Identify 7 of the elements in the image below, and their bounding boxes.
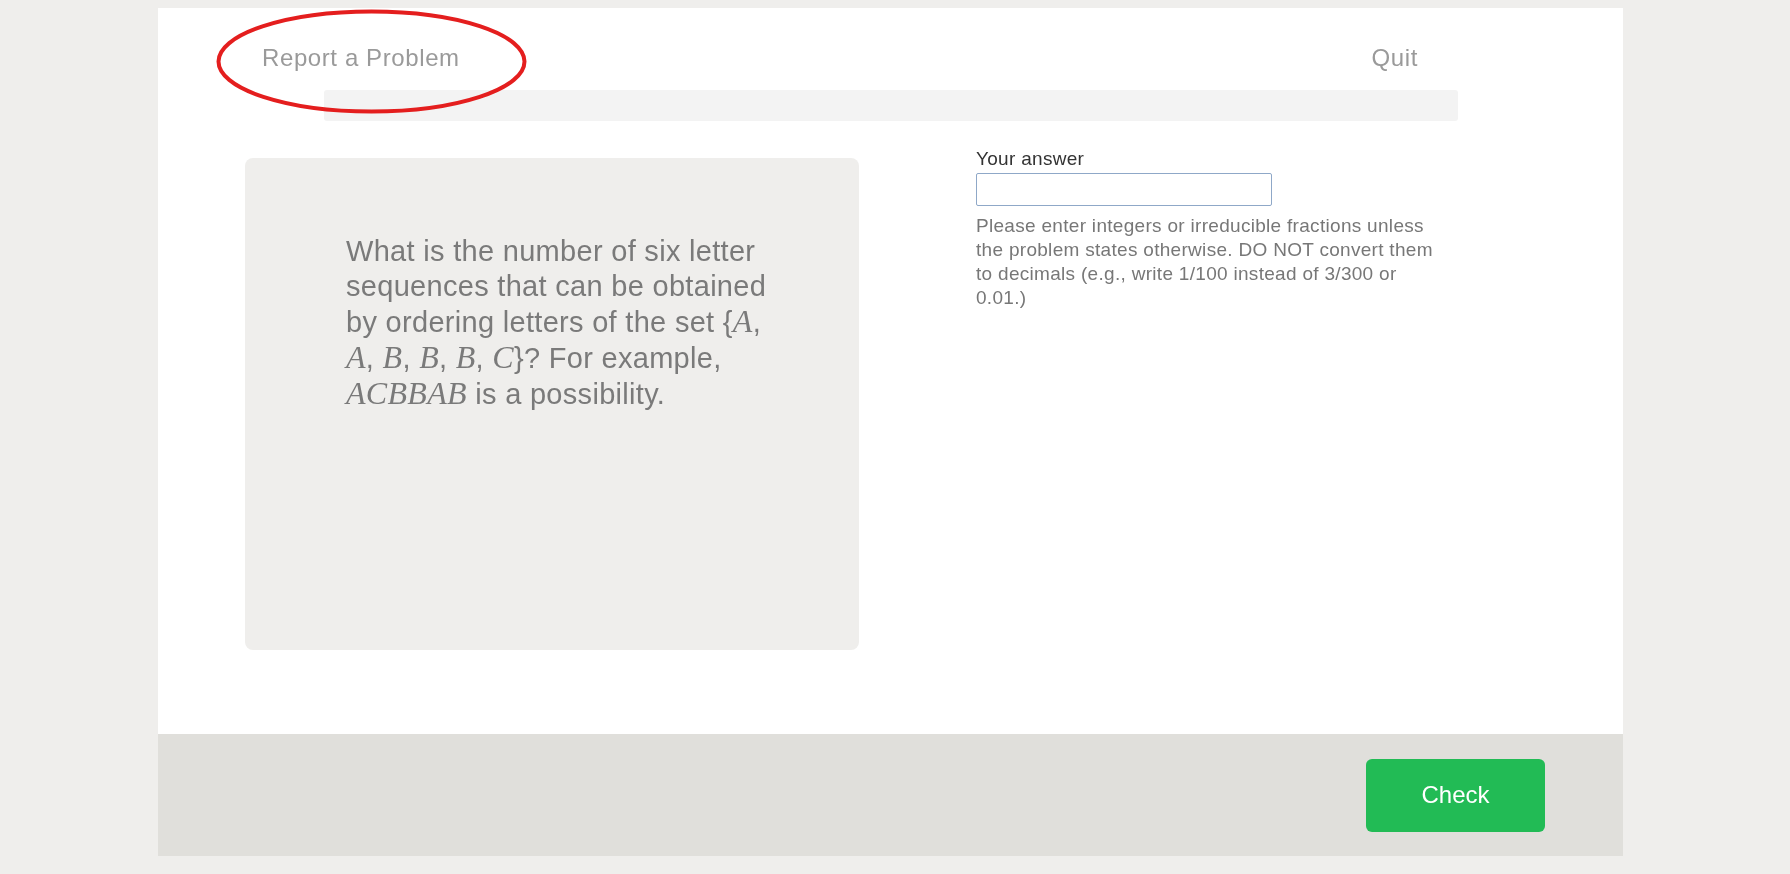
answer-label: Your answer [976, 148, 1085, 170]
report-problem-link[interactable]: Report a Problem [262, 44, 460, 72]
answer-field[interactable] [976, 173, 1272, 206]
quit-link[interactable]: Quit [1371, 44, 1418, 72]
answer-hint: Please enter integers or irreducible fractions unless the problem states otherwise. DO NOT convert them to decimals (e.g., write 1/100 instead of 3/300 or 0.01.) [976, 214, 1434, 310]
check-button[interactable]: Check [1366, 758, 1545, 832]
question-text: What is the number of six letter sequences that can be obtained by ordering letters of the set {A, A, B, B, B, C}? For example, ACBBAB is a possibility. [346, 234, 768, 412]
